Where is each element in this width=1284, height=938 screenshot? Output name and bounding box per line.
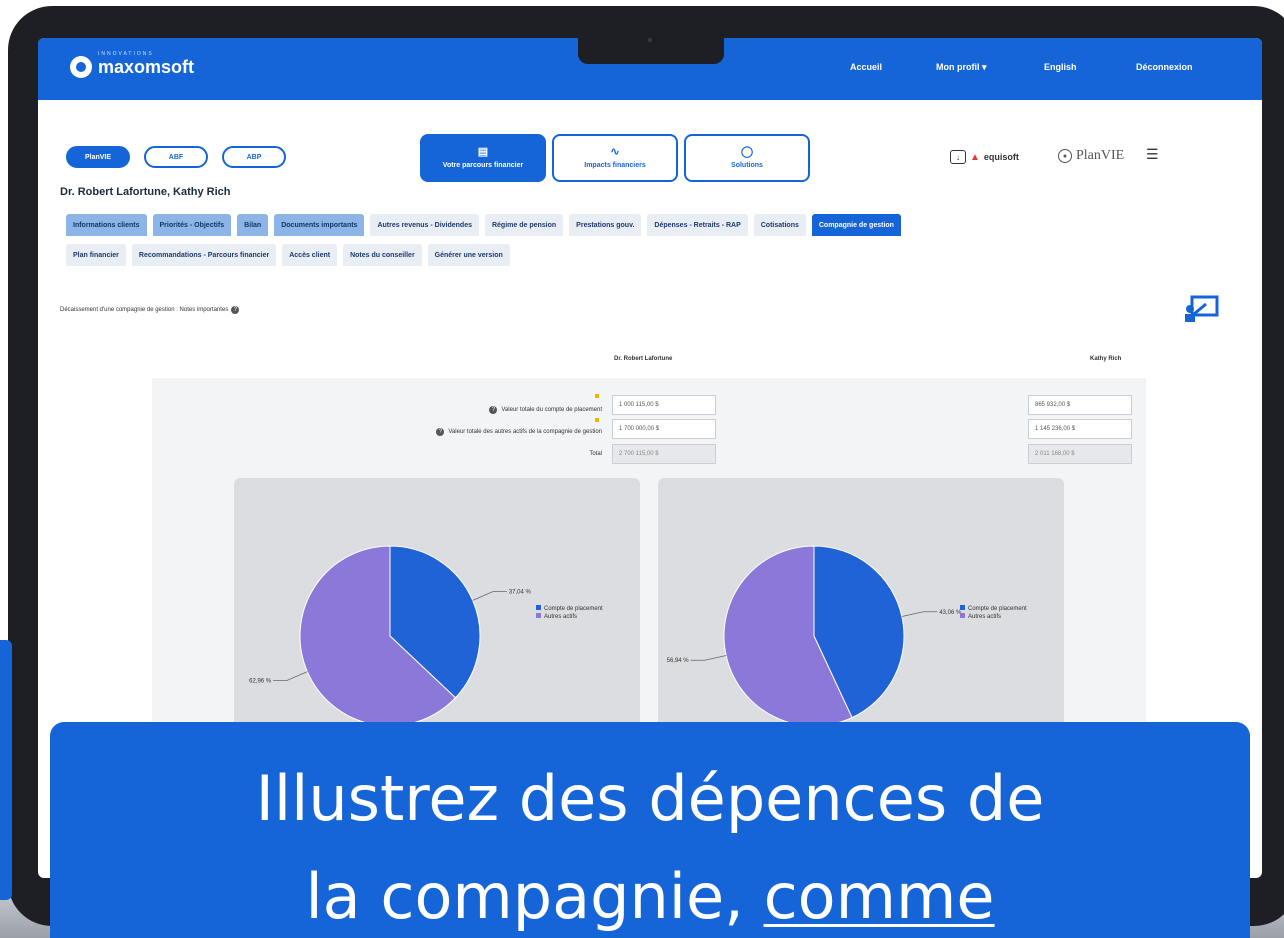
trend-icon: ∿ (610, 146, 620, 158)
equisoft-mark-icon: ▲ (970, 151, 980, 163)
caption-line-1: Illustrez des dépences de (255, 762, 1045, 835)
client-name: Dr. Robert Lafortune, Kathy Rich (60, 186, 231, 198)
tab-regime-pension[interactable]: Régime de pension (484, 214, 564, 236)
tab-bilan[interactable]: Bilan (237, 214, 269, 236)
form-label-autres: ? Valeur totale des autres actifs de la … (278, 422, 602, 442)
chart-icon: ▤ (477, 146, 489, 158)
section-tabs-row-2: Plan financier Recommandations - Parcour… (66, 244, 510, 266)
row1-label: Valeur totale du compte de placement (501, 407, 602, 413)
promo-image: maxomsoft INNOVATIONS Accueil Mon profil… (0, 0, 1284, 938)
required-marker (595, 418, 599, 422)
section-label-text: Décaissement d'une compagnie de gestion … (60, 307, 229, 313)
tab-depenses-retraits[interactable]: Dépenses - Retraits - RAP (647, 214, 748, 236)
required-marker (595, 394, 599, 398)
autres-actifs-left[interactable]: 1 700 000,00 $ (612, 419, 716, 439)
logo-icon (70, 56, 92, 78)
caption-line-2: la compagnie, comme (50, 862, 1250, 932)
compte-placement-right[interactable]: 865 932,00 $ (1028, 395, 1132, 415)
help-icon[interactable]: ? (489, 406, 498, 414)
nav-logout[interactable]: Déconnexion (1136, 62, 1193, 72)
tab-informations-clients[interactable]: Informations clients (66, 214, 147, 236)
pie-data-label: 37,04 % (509, 590, 532, 596)
tab-prestations-gouv[interactable]: Prestations gouv. (569, 214, 642, 236)
nav-language[interactable]: English (1044, 62, 1077, 72)
planvie-mark-icon: ● (1058, 149, 1072, 163)
camera-notch (578, 38, 724, 64)
total-right: 2 011 168,00 $ (1028, 444, 1132, 464)
tab-documents-importants[interactable]: Documents importants (274, 214, 365, 236)
tab-parcours-financier[interactable]: ▤ Votre parcours financier (420, 134, 546, 182)
client-pill-abp[interactable]: ABP (222, 146, 286, 168)
brand-name: maxomsoft (98, 57, 195, 77)
row2-label: Valeur totale des autres actifs de la co… (448, 429, 602, 435)
tab-impacts-financiers[interactable]: ∿ Impacts financiers (552, 134, 678, 182)
brand-subtitle: INNOVATIONS (98, 51, 154, 57)
equisoft-name: equisoft (983, 152, 1019, 162)
caption-line-2-text: la compagnie, (305, 860, 764, 933)
tab-notes-conseiller[interactable]: Notes du conseiller (343, 244, 422, 266)
legend-label: Autres actifs (968, 614, 1001, 620)
presentation-icon[interactable] (1184, 294, 1220, 324)
legend-swatch (960, 605, 965, 610)
column-head-left: Dr. Robert Lafortune (614, 356, 673, 362)
tab-compagnie-gestion[interactable]: Compagnie de gestion (811, 214, 901, 236)
device-edge (0, 640, 12, 900)
tab-cotisations[interactable]: Cotisations (753, 214, 806, 236)
column-head-right: Kathy Rich (1090, 356, 1122, 362)
help-icon[interactable]: ? (436, 428, 445, 436)
pie-leader-line (273, 671, 308, 681)
total-left: 2 700 115,00 $ (612, 444, 716, 464)
tab-solutions[interactable]: ◯ Solutions (684, 134, 810, 182)
pie-data-label: 56,94 % (667, 658, 690, 664)
hamburger-menu-icon[interactable]: ☰ (1146, 146, 1159, 163)
total-label: Total (589, 451, 602, 457)
download-icon: ↓ (950, 150, 966, 164)
tab-acces-client[interactable]: Accès client (282, 244, 338, 266)
bigtab-label: Solutions (731, 162, 763, 169)
camera-icon (648, 38, 652, 42)
nav-profile[interactable]: Mon profil ▾ (936, 62, 987, 73)
form-label-total: Total (518, 444, 602, 464)
autres-actifs-right[interactable]: 1 145 236,00 $ (1028, 419, 1132, 439)
lightbulb-icon: ◯ (740, 146, 754, 158)
section-tabs-row-1: Informations clients Priorités - Objecti… (66, 214, 901, 236)
legend-label: Compte de placement (968, 606, 1027, 612)
legend-swatch (536, 605, 541, 610)
legend-label: Compte de placement (544, 606, 603, 612)
tab-autres-revenus[interactable]: Autres revenus - Dividendes (370, 214, 479, 236)
client-pill-abf[interactable]: ABF (144, 146, 208, 168)
nav-accueil[interactable]: Accueil (850, 62, 882, 72)
tab-recommandations[interactable]: Recommandations - Parcours financier (131, 244, 277, 266)
pie-leader-line (901, 611, 938, 617)
brand-logo[interactable]: maxomsoft (70, 56, 194, 78)
pie-data-label: 62,96 % (249, 678, 272, 684)
tab-priorites-objectifs[interactable]: Priorités - Objectifs (152, 214, 232, 236)
legend-swatch (536, 613, 541, 618)
client-pill-planvie[interactable]: PlanVIE (66, 146, 130, 168)
planvie-logo[interactable]: ● PlanVIE (1058, 148, 1124, 164)
compte-placement-left[interactable]: 1 000 115,00 $ (612, 395, 716, 415)
help-icon[interactable]: ? (231, 306, 240, 314)
tab-generer-version[interactable]: Générer une version (427, 244, 510, 266)
legend-label: Autres actifs (544, 614, 577, 620)
planvie-name: PlanVIE (1076, 148, 1125, 163)
caption-link-text[interactable]: comme (764, 860, 995, 933)
bigtab-label: Votre parcours financier (442, 162, 524, 169)
form-label-compte: ? Valeur totale du compte de placement (338, 400, 602, 420)
pie-leader-line (690, 655, 727, 661)
pie-data-label: 43,06 % (939, 610, 962, 616)
legend-swatch (960, 613, 965, 618)
section-notes-label: Décaissement d'une compagnie de gestion … (60, 306, 240, 314)
bigtab-label: Impacts financiers (584, 162, 646, 169)
equisoft-logo[interactable]: ↓ ▲ equisoft (950, 150, 1019, 164)
pie-leader-line (472, 591, 507, 601)
tab-plan-financier[interactable]: Plan financier (66, 244, 126, 266)
